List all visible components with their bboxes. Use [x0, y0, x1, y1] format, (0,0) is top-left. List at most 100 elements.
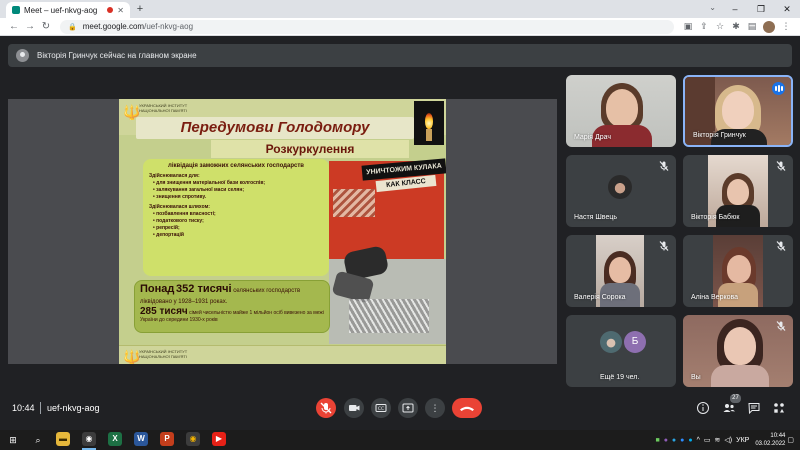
meeting-time: 10:44	[12, 403, 35, 413]
extension-2-icon[interactable]: ▤	[744, 21, 760, 32]
more-vert-icon: ⋮	[430, 403, 440, 413]
mic-off-icon	[658, 240, 670, 252]
leave-call-button[interactable]	[452, 398, 482, 418]
toolbar-icons: ▣ ⇪ ☆ ✱ ▤ ⋮	[680, 20, 794, 33]
meeting-controls-bar: 10:44 uef-nkvg-aog CC ⋮	[0, 390, 800, 430]
bookmark-star-icon[interactable]: ☆	[712, 21, 728, 32]
system-clock[interactable]: 10:44 03.02.2022	[755, 432, 785, 448]
extensions-icon[interactable]: ✱	[728, 21, 744, 32]
captions-icon: CC	[375, 404, 387, 412]
participant-tile[interactable]: Марія Драч	[566, 75, 676, 147]
powerpoint-icon[interactable]: P	[160, 432, 174, 446]
more-options-button[interactable]: ⋮	[425, 398, 445, 418]
tray-volume-icon[interactable]: ◁)	[724, 436, 732, 444]
new-tab-button[interactable]: +	[134, 3, 146, 15]
tray-viber-icon[interactable]: ●	[664, 437, 668, 444]
mic-off-icon	[775, 160, 787, 172]
meeting-code: uef-nkvg-aog	[47, 403, 100, 413]
activities-button[interactable]	[771, 400, 787, 416]
close-tab-icon[interactable]: ✕	[117, 6, 124, 15]
shared-slide: 🔱 УКРАЇНСЬКИЙ ІНСТИТУТ НАЦІОНАЛЬНОЇ ПАМ'…	[119, 99, 446, 364]
forward-icon[interactable]: →	[22, 21, 38, 32]
address-bar: ← → ↻ 🔒 meet.google.com/uef-nkvg-aog ▣ ⇪…	[0, 18, 800, 36]
done-by-item: • податкового тиску;	[153, 218, 204, 224]
participant-tile[interactable]: Валерія Сорока	[566, 235, 676, 307]
meeting-details-button[interactable]	[695, 400, 711, 416]
participant-tile[interactable]: Вікторія Гринчук	[683, 75, 793, 147]
input-language[interactable]: УКР	[736, 437, 749, 444]
mic-toggle-button[interactable]	[316, 398, 336, 418]
chat-button[interactable]	[746, 400, 762, 416]
close-window-icon[interactable]: ✕	[774, 0, 800, 18]
others-count: Ещё 19 чел.	[600, 374, 640, 381]
tray-wifi-icon[interactable]: ≋	[715, 436, 721, 444]
chrome-icon[interactable]: ◉	[82, 432, 96, 446]
mic-off-icon	[775, 320, 787, 332]
mic-off-icon	[775, 240, 787, 252]
tray-zoom-icon[interactable]: ●	[680, 437, 684, 444]
statistics-box: Понад 352 тисячі селянських господарств …	[134, 280, 330, 333]
tray-battery-icon[interactable]: ▭	[704, 436, 711, 444]
chat-icon	[748, 403, 760, 415]
poster-debris	[349, 299, 429, 333]
mic-off-icon	[320, 402, 332, 414]
candle-flame	[425, 113, 433, 129]
present-screen-button[interactable]	[398, 398, 418, 418]
candle-body	[426, 129, 432, 141]
browser-tab[interactable]: Meet – uef-nkvg-aog ✕	[6, 2, 130, 18]
reload-icon[interactable]: ↻	[38, 21, 54, 32]
slide-subtitle: Розкуркулення	[211, 140, 409, 158]
excel-icon[interactable]: X	[108, 432, 122, 446]
done-by-heading: Здійснювалася шляхом:	[149, 204, 210, 210]
windows-taskbar: ⊞ ⌕ ▬ ◉ X W P ◉ ▶ ■ ● ● ● ● ^ ▭ ≋ ◁) УКР…	[0, 430, 800, 450]
poster-ruins	[333, 189, 375, 217]
stat-line-1: Понад 352 тисячі селянських господарств …	[140, 283, 301, 306]
search-icon[interactable]: ⌕	[31, 433, 45, 447]
self-tile[interactable]: Вы	[683, 315, 793, 387]
participant-name: Вікторія Гринчук	[693, 132, 746, 139]
slide-footer-institute: УКРАЇНСЬКИЙ ІНСТИТУТ НАЦІОНАЛЬНОЇ ПАМ'ЯТ…	[139, 349, 188, 359]
url-host: meet.google.com	[82, 22, 145, 31]
textbox-heading: ліквідація заможних селянських господарс…	[168, 163, 304, 169]
tab-search-icon[interactable]: ⌄	[709, 3, 716, 12]
tab-title: Meet – uef-nkvg-aog	[24, 5, 98, 15]
url-path: /uef-nkvg-aog	[144, 22, 194, 31]
file-explorer-icon[interactable]: ▬	[56, 432, 70, 446]
participant-tile[interactable]: Аліна Веркова	[683, 235, 793, 307]
done-for-heading: Здійснювалася для:	[149, 173, 200, 179]
notifications-icon[interactable]: ▢	[787, 436, 794, 444]
tray-chevron-icon[interactable]: ^	[697, 437, 700, 444]
info-icon	[697, 402, 709, 414]
trident-emblem-footer-icon: 🔱	[123, 349, 141, 364]
participant-tile[interactable]: Настя Швець	[566, 155, 676, 227]
clock-time: 10:44	[770, 433, 786, 439]
tray-app-icon[interactable]: ■	[655, 437, 659, 444]
menu-kebab-icon[interactable]: ⋮	[778, 21, 794, 32]
profile-avatar[interactable]	[763, 20, 775, 33]
tray-telegram-icon[interactable]: ●	[672, 437, 676, 444]
lock-icon[interactable]: 🔒	[68, 23, 77, 31]
minimize-icon[interactable]: –	[722, 0, 748, 18]
share-icon[interactable]: ⇪	[696, 21, 712, 32]
presentation-stage[interactable]: 🔱 УКРАЇНСЬКИЙ ІНСТИТУТ НАЦІОНАЛЬНОЇ ПАМ'…	[8, 99, 557, 364]
trident-emblem-icon: 🔱	[123, 104, 141, 120]
url-input[interactable]: 🔒 meet.google.com/uef-nkvg-aog	[60, 19, 674, 34]
windows-start-icon[interactable]: ⊞	[6, 433, 20, 447]
camera-toggle-button[interactable]	[344, 398, 364, 418]
word-icon[interactable]: W	[134, 432, 148, 446]
mic-off-icon	[658, 160, 670, 172]
done-by-item: • депортацій	[153, 232, 184, 238]
participant-avatar	[608, 175, 632, 199]
done-for-item: • залякування загальної маси селян;	[153, 187, 245, 193]
chrome-profile-icon[interactable]: ◉	[186, 432, 200, 446]
camera-permission-icon[interactable]: ▣	[680, 21, 696, 32]
done-by-item: • позбавлення власності;	[153, 211, 216, 217]
maximize-icon[interactable]: ❐	[748, 0, 774, 18]
youtube-icon[interactable]: ▶	[212, 432, 226, 446]
participant-tile[interactable]: Вікторія Бабюк	[683, 155, 793, 227]
captions-button[interactable]: CC	[371, 398, 391, 418]
others-tile[interactable]: Б Ещё 19 чел.	[566, 315, 676, 387]
tray-skype-icon[interactable]: ●	[688, 437, 692, 444]
slide-title: Передумови Голодомору	[136, 117, 414, 139]
back-icon[interactable]: ←	[6, 21, 22, 32]
